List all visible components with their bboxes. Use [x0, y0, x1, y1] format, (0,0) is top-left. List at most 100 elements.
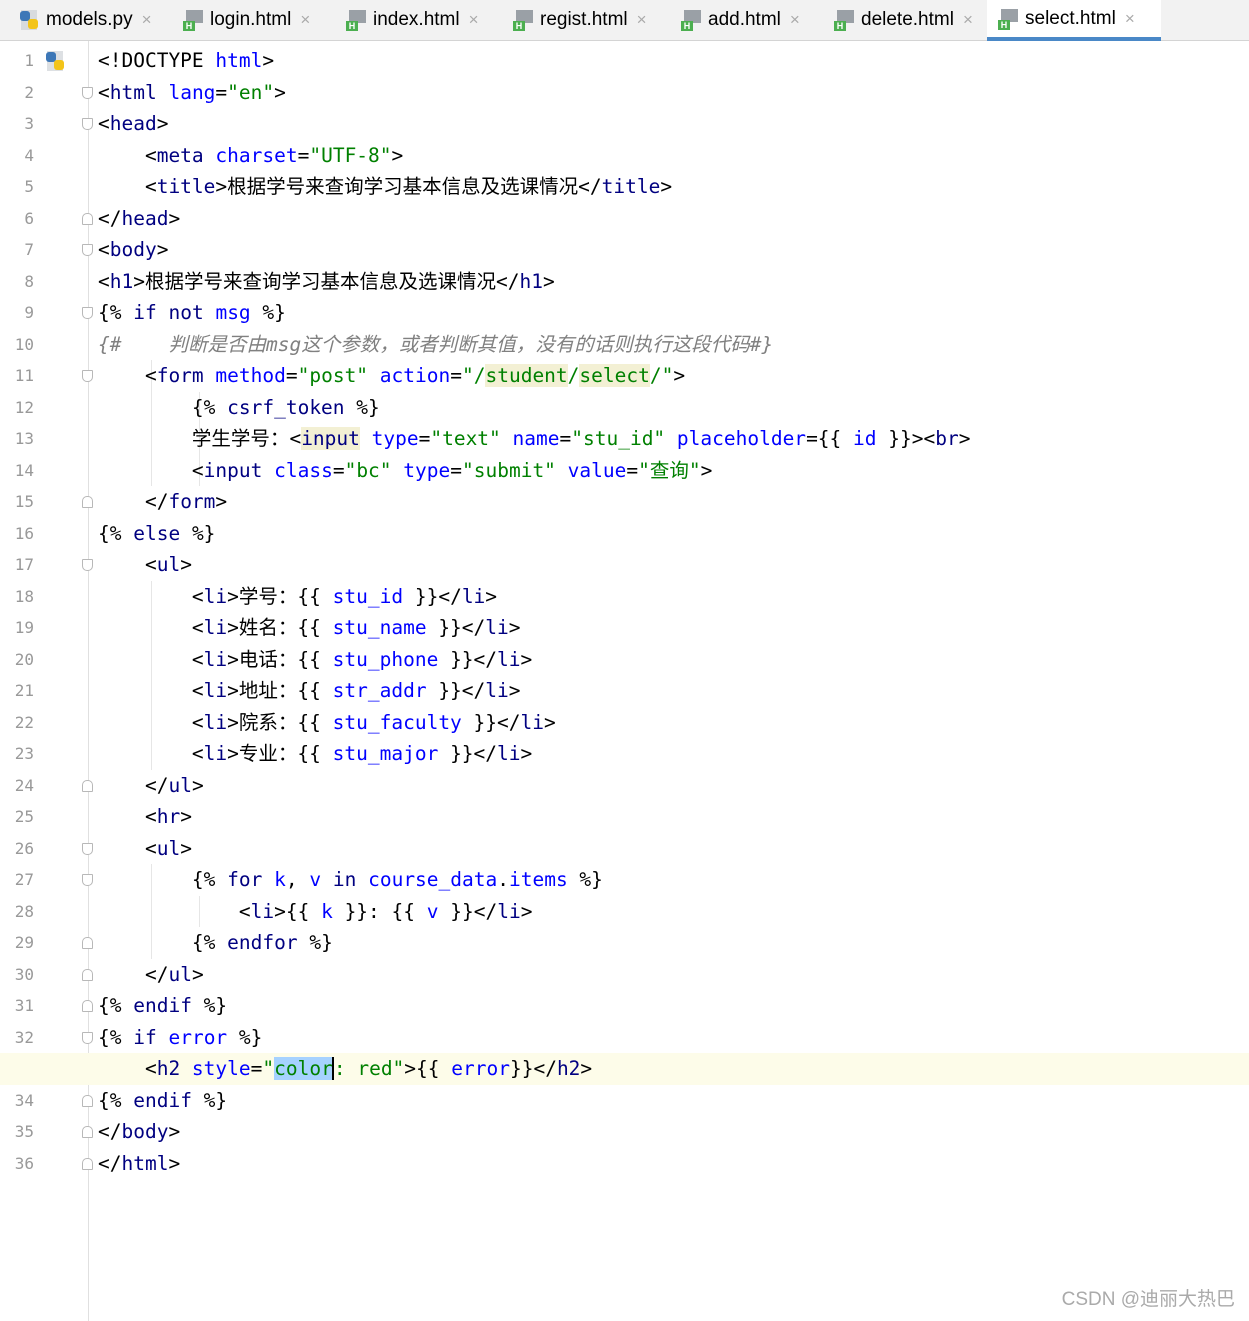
code-token: {% — [98, 868, 228, 891]
line-number: 23 — [14, 744, 34, 763]
code-line[interactable]: <head> — [98, 108, 168, 140]
code-line[interactable]: {% for k, v in course_data.items %} — [98, 864, 603, 896]
code-line[interactable]: </ul> — [98, 959, 204, 991]
code-line[interactable]: {% csrf_token %} — [98, 392, 380, 424]
code-line[interactable]: <li>地址：{{ str_addr }}</li> — [98, 675, 521, 707]
code-token: for — [227, 868, 263, 891]
line-number: 28 — [14, 901, 34, 921]
code-line[interactable]: {# 判断是否由msg这个参数，或者判断其值，没有的话则执行这段代码#} — [98, 329, 773, 361]
code-token: li — [520, 710, 544, 734]
code-line[interactable]: </body> — [98, 1116, 180, 1148]
close-icon[interactable]: × — [300, 10, 310, 30]
code-line[interactable]: <title>根据学号来查询学习基本信息及选课情况</title> — [98, 171, 672, 203]
tab-delete-html[interactable]: Hdelete.html × — [829, 0, 983, 40]
code-token: }}</ — [461, 710, 521, 734]
close-icon[interactable]: × — [1125, 9, 1135, 29]
code-token: msg — [265, 332, 302, 356]
code-line[interactable]: <h1>根据学号来查询学习基本信息及选课情况</h1> — [98, 266, 555, 298]
code-token: title — [601, 175, 661, 198]
code-line[interactable]: {% if error %} — [98, 1022, 262, 1054]
code-token: "/ — [462, 364, 486, 387]
code-token: ={{ — [806, 427, 854, 450]
code-token: color — [274, 1057, 333, 1080]
code-line[interactable]: {% endif %} — [98, 1085, 227, 1117]
code-token: /" — [649, 364, 674, 387]
python-console-icon[interactable] — [44, 49, 68, 73]
code-token: >{{ — [404, 1057, 452, 1080]
code-token: > — [180, 553, 192, 576]
code-line[interactable]: </head> — [98, 203, 180, 235]
code-token: stu_faculty — [332, 710, 462, 734]
code-token: > — [227, 742, 239, 765]
code-line[interactable]: <li>姓名：{{ stu_name }}</li> — [98, 612, 521, 644]
code-line[interactable]: <html lang="en"> — [98, 77, 286, 109]
code-token: form — [156, 364, 204, 387]
code-token: 根据学号来查询学习基本信息及选课情况 — [227, 175, 579, 198]
code-token: > — [543, 710, 556, 734]
code-line[interactable]: <ul> — [98, 833, 192, 865]
code-token: #} — [749, 332, 774, 356]
tab-login-html[interactable]: Hlogin.html × — [178, 0, 332, 40]
close-icon[interactable]: × — [469, 10, 479, 30]
code-line[interactable]: <li>院系：{{ stu_faculty }}</li> — [98, 707, 556, 739]
close-icon[interactable]: × — [637, 10, 647, 30]
code-token: > — [191, 773, 204, 797]
code-line[interactable]: <form method="post" action="/student/sel… — [98, 360, 685, 392]
line-number: 7 — [24, 240, 34, 259]
code-token: stu_phone — [332, 647, 439, 671]
code-token: > — [168, 1120, 181, 1143]
code-token: li — [485, 616, 509, 639]
code-token: = — [332, 458, 345, 482]
close-icon[interactable]: × — [142, 10, 152, 30]
line-number: 29 — [14, 933, 34, 952]
tab-add-html[interactable]: Hadd.html × — [676, 0, 817, 40]
code-token: {% — [98, 301, 134, 324]
code-token: li — [203, 679, 228, 702]
close-icon[interactable]: × — [963, 10, 973, 30]
line-number: 34 — [14, 1090, 34, 1110]
tab-regist-html[interactable]: Hregist.html × — [508, 0, 667, 40]
code-token: %} — [250, 301, 286, 324]
code-token: {{ — [297, 647, 333, 671]
code-line[interactable]: <body> — [98, 234, 168, 266]
code-line[interactable]: {% if not msg %} — [98, 297, 286, 329]
code-line[interactable]: <hr> — [98, 801, 192, 833]
code-line[interactable]: <ul> — [98, 549, 192, 581]
code-line[interactable]: {% endif %} — [98, 990, 227, 1022]
code-token: form — [168, 490, 216, 513]
code-token: ul — [156, 836, 181, 860]
code-token: > — [660, 175, 673, 198]
tab-index-html[interactable]: Hindex.html × — [341, 0, 498, 40]
code-token: title — [156, 175, 216, 198]
line-number: 20 — [14, 649, 34, 669]
code-line[interactable]: </html> — [98, 1148, 180, 1180]
code-token: br — [935, 427, 959, 450]
code-token: stu_major — [332, 742, 439, 765]
close-icon[interactable]: × — [790, 10, 800, 30]
code-line[interactable]: <li>专业：{{ stu_major }}</li> — [98, 738, 532, 770]
html-file-icon: H — [345, 8, 369, 32]
code-token: li — [497, 647, 521, 671]
tab-models-py[interactable]: models.py × — [14, 0, 164, 40]
code-line[interactable]: <input class="bc" type="submit" value="查… — [98, 455, 712, 487]
code-line[interactable]: </form> — [98, 486, 227, 518]
code-editor[interactable]: <!DOCTYPE html> <html lang="en"> <head> <m… — [0, 41, 1249, 1321]
code-token: 这个参数，或者判断其值，没有的话则执行这段代码 — [301, 332, 750, 356]
code-line[interactable]: 学生学号：<input type="text" name="stu_id" pl… — [98, 423, 970, 455]
code-line[interactable]: <meta charset="UTF-8"> — [98, 140, 403, 172]
line-number: 1 — [24, 51, 34, 70]
code-token: 查询 — [649, 458, 689, 482]
code-line[interactable]: </ul> — [98, 770, 204, 802]
code-token: > — [168, 206, 181, 230]
code-line[interactable]: <li>学号：{{ stu_id }}</li> — [98, 581, 497, 613]
code-line[interactable]: <li>电话：{{ stu_phone }}</li> — [98, 644, 532, 676]
code-token: csrf_token — [227, 395, 345, 419]
code-token: value — [555, 458, 627, 482]
tab-select-html[interactable]: Hselect.html × — [987, 0, 1161, 41]
code-line[interactable]: {% else %} — [98, 518, 215, 550]
code-line[interactable]: <li>{{ k }}: {{ v }}</li> — [98, 896, 533, 928]
code-line[interactable]: {% endfor %} — [98, 927, 333, 959]
code-token: "en" — [227, 80, 275, 104]
code-line[interactable]: <h2 style="color: red">{{ error}}</h2> — [98, 1053, 592, 1085]
code-line[interactable]: <!DOCTYPE html> — [98, 45, 274, 77]
